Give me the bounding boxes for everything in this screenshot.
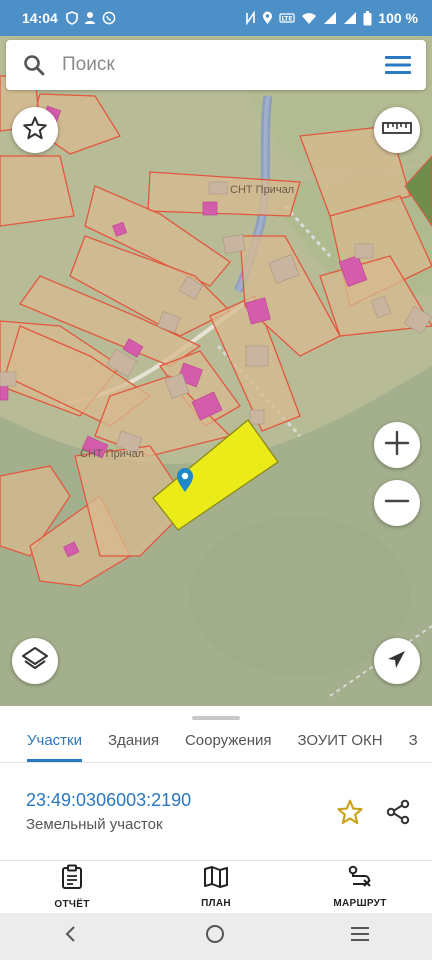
info-sheet: Участки Здания Сооружения ЗОУИТ ОКН З 23… [0,706,432,860]
nav-report-button[interactable]: ОТЧЁТ [0,861,144,913]
map-label-snt: СНТ Причал [230,184,295,196]
divider [0,762,432,763]
map-canvas [0,36,432,706]
nav-report-label: ОТЧЁТ [54,899,90,910]
layers-button[interactable] [12,638,58,684]
status-time: 14:04 [22,10,58,26]
svg-text:LTE: LTE [282,16,293,23]
shield-icon [66,11,78,25]
search-input[interactable]: Поиск [62,54,370,76]
tab-bar: Участки Здания Сооружения ЗОУИТ ОКН З [0,720,432,762]
tab-plots[interactable]: Участки [27,720,82,762]
ruler-icon [382,121,412,140]
signal-icon [323,11,337,25]
system-nav-bar [0,913,432,960]
whatsapp-icon [102,11,116,25]
nav-route-button[interactable]: МАРШРУТ [288,861,432,913]
bottom-nav: ОТЧЁТ ПЛАН МАРШРУТ [0,860,432,913]
tab-buildings[interactable]: Здания [108,720,159,762]
plus-icon [383,429,411,462]
favorites-button[interactable] [12,107,58,153]
zoom-in-button[interactable] [374,422,420,468]
status-bar: 14:04 LTE 100 % [0,0,432,36]
tab-zouit-okn[interactable]: ЗОУИТ ОКН [297,720,382,762]
map-label-snt: СНТ Причал [80,448,145,460]
navigation-arrow-icon [386,648,408,675]
tab-structures[interactable]: Сооружения [185,720,272,762]
location-pin-icon[interactable] [176,467,194,498]
cadastral-number[interactable]: 23:49:0306003:2190 [26,790,191,811]
battery-percent: 100 % [378,10,418,26]
map-icon [203,865,229,894]
share-icon[interactable] [384,798,412,831]
minus-icon [383,487,411,520]
person-icon [84,11,96,25]
home-icon[interactable] [204,923,226,950]
back-icon[interactable] [61,924,81,949]
battery-icon [363,10,372,26]
nfc-icon [245,11,256,25]
menu-icon[interactable] [370,55,426,75]
nav-plan-label: ПЛАН [201,898,231,909]
nav-route-label: МАРШРУТ [333,898,387,909]
ruler-button[interactable] [374,107,420,153]
tab-more[interactable]: З [409,720,418,762]
nav-plan-button[interactable]: ПЛАН [144,861,288,913]
clipboard-icon [60,864,84,895]
route-icon [347,865,373,894]
parcel-type: Земельный участок [26,816,163,833]
star-icon[interactable] [336,798,364,831]
my-location-button[interactable] [374,638,420,684]
search-icon[interactable] [6,54,62,76]
layers-icon [21,645,49,678]
location-icon [262,11,273,25]
recents-icon[interactable] [349,924,371,949]
volte-icon: LTE [279,11,295,25]
zoom-out-button[interactable] [374,480,420,526]
map-view[interactable]: СНТ Причал СНТ Причал [0,36,432,706]
signal-icon [343,11,357,25]
search-bar[interactable]: Поиск [6,40,426,90]
wifi-icon [301,11,317,25]
star-outline-icon [22,115,48,146]
